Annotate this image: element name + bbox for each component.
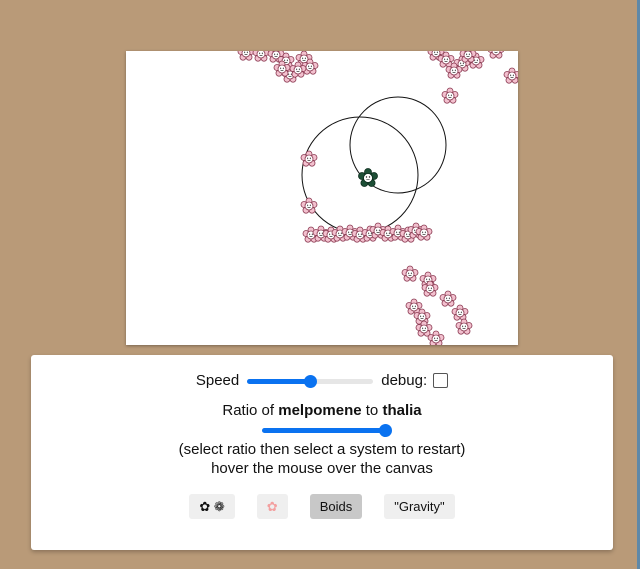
ratio-slider-thumb[interactable] [379,424,392,437]
tracked-boid [358,168,378,187]
controls-panel: Speed debug: Ratio of melpomene to thali… [31,355,613,550]
debug-checkbox[interactable] [433,373,449,388]
speed-row: Speed debug: [31,372,613,389]
simulation-canvas[interactable] [126,51,518,345]
speed-label: Speed [195,372,240,389]
ratio-label: Ratio of melpomene to thalia [31,402,613,419]
speed-slider-thumb[interactable] [304,374,318,388]
speed-slider-fill [247,378,311,384]
single-flower-button[interactable]: ✿ [256,494,288,519]
hint-hover: hover the mouse over the canvas [211,460,433,477]
mixed-flowers-button[interactable]: ✿ ❁ [189,494,235,519]
boid-flowers [237,51,518,345]
ratio-species-b: thalia [382,402,422,419]
debug-label: debug: [381,372,428,389]
gravity-button[interactable]: "Gravity" [384,494,455,519]
ratio-slider-fill [262,428,385,433]
hint-select-ratio: (select ratio then select a system to re… [178,441,466,458]
canvas-svg[interactable] [126,51,518,345]
speed-slider[interactable] [247,374,374,388]
ratio-prefix: Ratio of [222,402,275,419]
boids-button[interactable]: Boids [309,494,363,519]
ratio-species-a: melpomene [278,402,362,419]
ratio-slider[interactable] [262,424,392,437]
system-buttons: ✿ ❁ ✿ Boids "Gravity" [31,494,613,519]
ratio-to: to [365,402,379,419]
